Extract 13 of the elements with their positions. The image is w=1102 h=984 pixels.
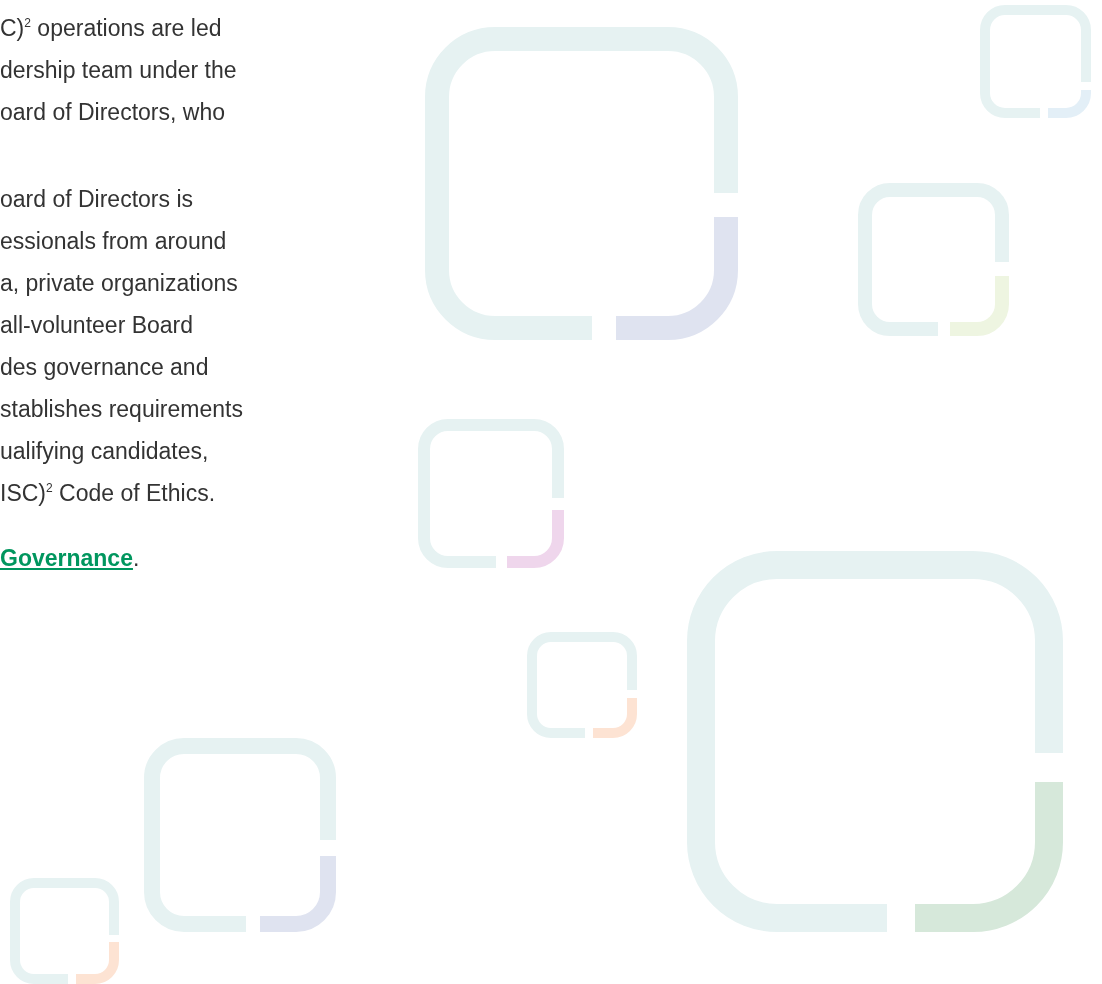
paragraph-line: oard of Directors is <box>0 185 193 214</box>
paragraph-line: essionals from around <box>0 227 227 256</box>
paragraph-line: all-volunteer Board <box>0 311 194 340</box>
paragraph-line: ISC)$^{2}$ Code of Ethics. <box>0 479 216 508</box>
paragraph-line: oard of Directors, who <box>0 98 225 127</box>
paragraph-line: stablishes requirements <box>0 395 243 424</box>
paragraph-line: des governance and <box>0 353 209 382</box>
paragraph-line: a, private organizations <box>0 269 238 298</box>
paragraph-line: dership team under the <box>0 56 237 85</box>
governance-link[interactable]: Governance <box>0 537 133 579</box>
paragraph-line: ualifying candidates, <box>0 437 209 466</box>
paragraph-line: C)$^{2}$ operations are led <box>0 14 222 43</box>
period-text: . <box>132 544 140 573</box>
